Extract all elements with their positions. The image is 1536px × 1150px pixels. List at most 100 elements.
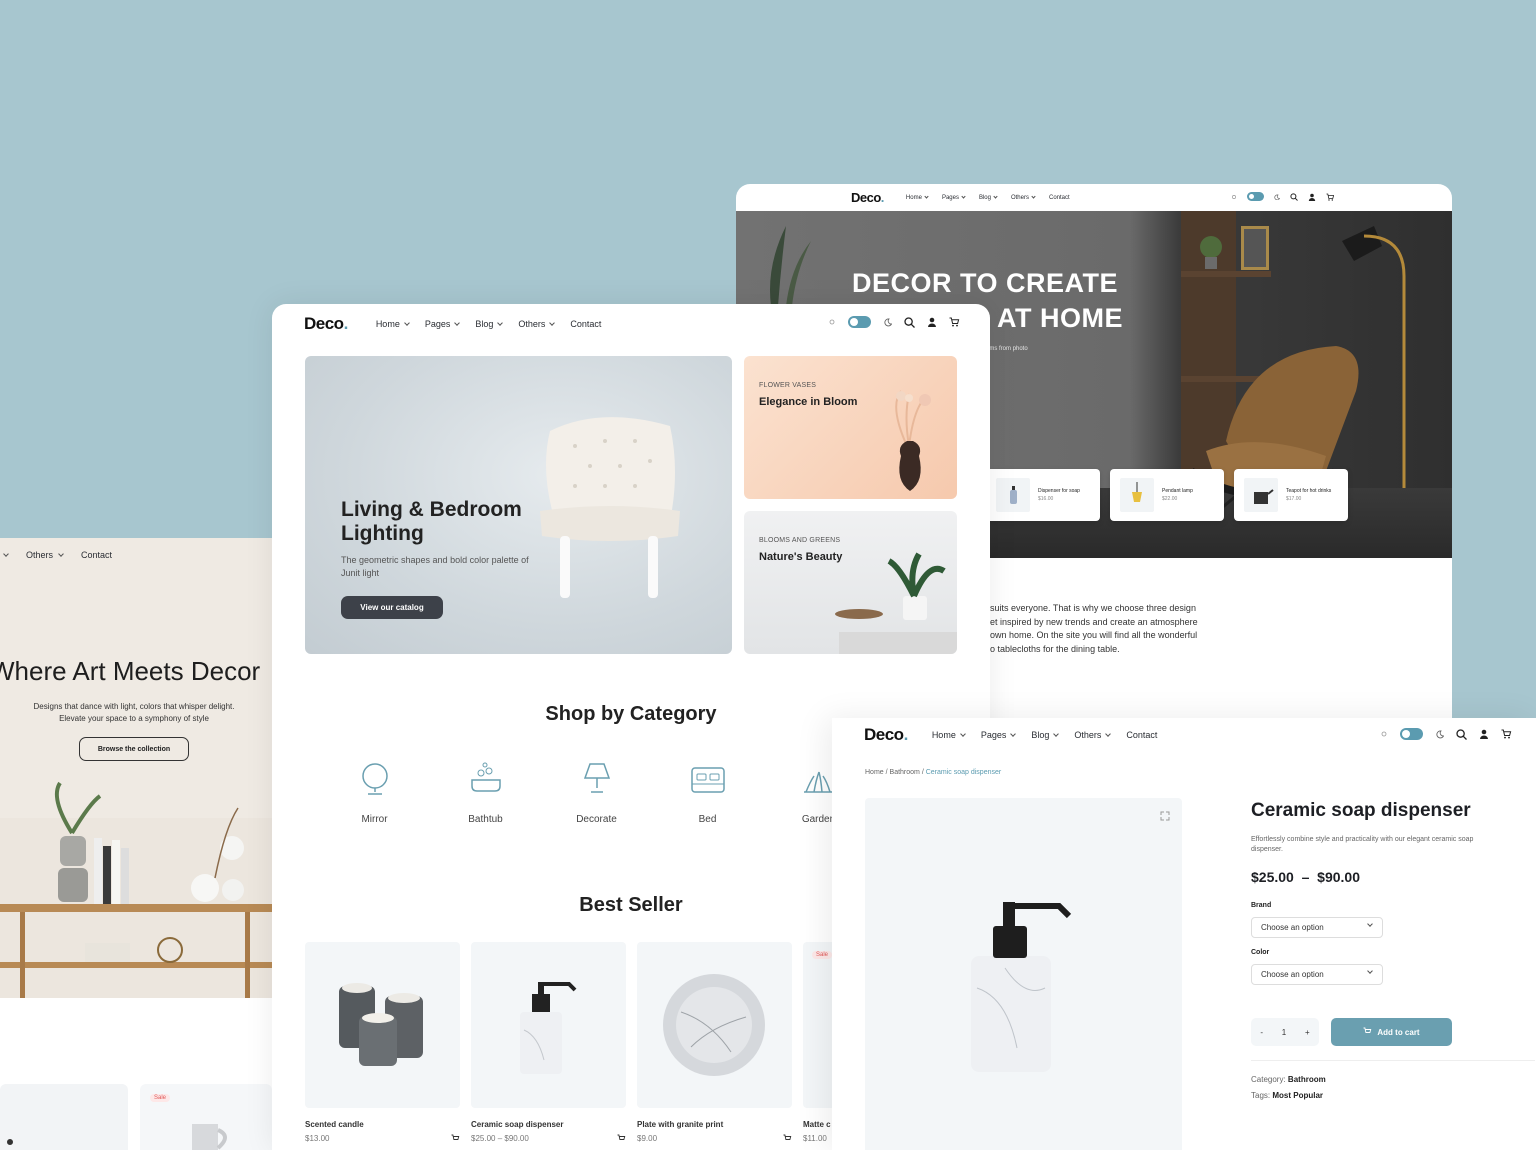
about-paragraph: suits everyone. That is why we choose th… <box>990 603 1198 654</box>
page-product-detail: Deco. Home Pages Blog Others Contact Hom… <box>832 718 1536 1150</box>
plant-leaves-image <box>770 226 811 306</box>
promo-title: Elegance in Bloom <box>759 396 858 408</box>
search-icon[interactable] <box>1290 192 1298 201</box>
cart-icon[interactable] <box>1501 729 1512 739</box>
nav-blog[interactable]: Blog <box>979 194 998 201</box>
brand-select[interactable]: Choose an option <box>1251 917 1383 938</box>
nav-home[interactable]: Home <box>906 194 929 201</box>
user-icon[interactable] <box>927 317 937 327</box>
nav-home[interactable]: Home <box>376 319 410 329</box>
category-decorate[interactable]: Decorate <box>541 762 652 825</box>
hero-headline: Where Art Meets Decor <box>0 656 261 686</box>
qty-decrease-button[interactable]: - <box>1260 1028 1263 1037</box>
category-mirror[interactable]: Mirror <box>319 762 430 825</box>
cart-icon[interactable] <box>1326 193 1334 201</box>
cart-icon[interactable] <box>949 317 960 327</box>
browse-collection-button[interactable]: Browse the collection <box>79 737 189 761</box>
sun-icon <box>1380 730 1388 738</box>
product-card-image[interactable] <box>0 1084 128 1150</box>
product-price: $25.00 – $90.00 <box>1251 869 1360 885</box>
mini-product-card[interactable]: Pendant lamp $22.00 <box>1110 469 1224 521</box>
header-nav: Deco. Home Pages Blog Others Contact <box>736 184 1452 211</box>
product-description: Effortlessly combine style and practical… <box>1251 836 1474 853</box>
vase-image <box>895 390 931 491</box>
product-title: Ceramic soap dispenser <box>1251 800 1471 821</box>
brand-label: Brand <box>1251 902 1272 909</box>
tag-link[interactable]: Most Popular <box>1272 1091 1323 1100</box>
nav-others[interactable]: Others <box>1074 730 1112 740</box>
mini-product-card[interactable]: Teapot for hot drinks $17.00 <box>1234 469 1348 521</box>
scented-candle-image <box>339 983 423 1066</box>
soap-dispenser-image <box>520 982 577 1074</box>
logo[interactable]: Deco. <box>304 314 348 334</box>
theme-toggle[interactable] <box>1400 728 1423 740</box>
breadcrumb-home[interactable]: Home <box>865 769 884 776</box>
fullscreen-icon[interactable] <box>1160 808 1170 826</box>
user-icon[interactable] <box>1308 193 1316 201</box>
theme-toggle[interactable] <box>1247 192 1264 201</box>
add-to-cart-icon[interactable] <box>617 1134 626 1144</box>
color-label: Color <box>1251 949 1270 956</box>
sale-badge: Sale <box>812 951 833 959</box>
moon-icon <box>883 318 892 327</box>
nav-contact[interactable]: Contact <box>570 319 601 329</box>
product-card[interactable]: Plate with granite print $9.00 <box>637 942 792 1144</box>
sun-icon <box>1231 194 1237 200</box>
nav-others[interactable]: Others <box>518 319 556 329</box>
granite-plate-image <box>663 974 765 1076</box>
hero-living-bedroom[interactable]: Living & Bedroom Lighting The geometric s… <box>305 356 732 654</box>
soap-dispenser-image <box>971 902 1072 1072</box>
nav-contact[interactable]: Contact <box>1049 195 1070 201</box>
product-card[interactable]: Ceramic soap dispenser $25.00 – $90.00 <box>471 942 626 1144</box>
header-nav: Others Contact <box>0 538 272 572</box>
qty-value[interactable]: 1 <box>1282 1028 1286 1037</box>
mini-product-card[interactable]: Dispenser for soap $16.00 <box>986 469 1100 521</box>
view-catalog-button[interactable]: View our catalog <box>341 596 443 619</box>
nav-contact[interactable]: Contact <box>81 550 112 560</box>
breadcrumb-category[interactable]: Bathroom <box>890 769 920 776</box>
category-bed[interactable]: Bed <box>652 762 763 825</box>
add-to-cart-icon[interactable] <box>451 1134 460 1144</box>
hero-title: Living & Bedroom Lighting <box>341 498 522 545</box>
garden-icon <box>803 771 834 793</box>
breadcrumb: Home / Bathroom / Ceramic soap dispenser <box>865 769 1002 776</box>
promo-card-flower-vases[interactable]: FLOWER VASES Elegance in Bloom <box>744 356 957 499</box>
product-card-image[interactable]: Sale <box>140 1084 272 1150</box>
category-link[interactable]: Bathroom <box>1288 1075 1326 1084</box>
sale-badge: Sale <box>150 1094 171 1102</box>
nav-home[interactable]: Home <box>932 730 966 740</box>
theme-toggle[interactable] <box>848 316 871 328</box>
category-bathtub[interactable]: Bathtub <box>430 762 541 825</box>
nav-contact[interactable]: Contact <box>1126 730 1157 740</box>
logo[interactable]: Deco. <box>851 190 884 205</box>
breadcrumb-current: Ceramic soap dispenser <box>925 769 1002 776</box>
search-icon[interactable] <box>1456 728 1467 740</box>
add-to-cart-icon[interactable] <box>783 1134 792 1144</box>
user-icon[interactable] <box>1479 729 1489 739</box>
nav-blog[interactable]: Blog <box>1031 730 1060 740</box>
lamp-icon <box>583 763 610 793</box>
moon-icon <box>1435 730 1444 739</box>
nav-pages[interactable]: Pages <box>981 730 1017 740</box>
nav-others[interactable]: Others <box>1011 194 1036 201</box>
search-icon[interactable] <box>904 316 915 328</box>
product-gallery[interactable] <box>865 798 1182 1150</box>
logo[interactable]: Deco. <box>864 725 908 745</box>
hero-title-line1: DECOR TO CREATE <box>852 268 1119 298</box>
armchair-image <box>540 417 680 598</box>
mirror-icon <box>361 763 388 795</box>
promo-card-blooms-greens[interactable]: BLOOMS AND GREENS Nature's Beauty <box>744 511 957 654</box>
nav-pages[interactable]: Pages <box>425 319 461 329</box>
bed-icon <box>690 767 725 793</box>
qty-increase-button[interactable]: + <box>1305 1028 1310 1037</box>
hero-subtitle: ems from photo <box>986 346 1028 352</box>
promo-kicker: BLOOMS AND GREENS <box>759 537 841 544</box>
color-select[interactable]: Choose an option <box>1251 964 1383 985</box>
product-card[interactable]: Scented candle $13.00 <box>305 942 460 1144</box>
moon-icon <box>1274 194 1280 200</box>
nav-others[interactable]: Others <box>26 550 64 560</box>
add-to-cart-button[interactable]: Add to cart <box>1331 1018 1452 1046</box>
nav-blog[interactable]: Blog <box>475 319 504 329</box>
nav-item-cut[interactable] <box>0 550 9 557</box>
nav-pages[interactable]: Pages <box>942 194 966 201</box>
